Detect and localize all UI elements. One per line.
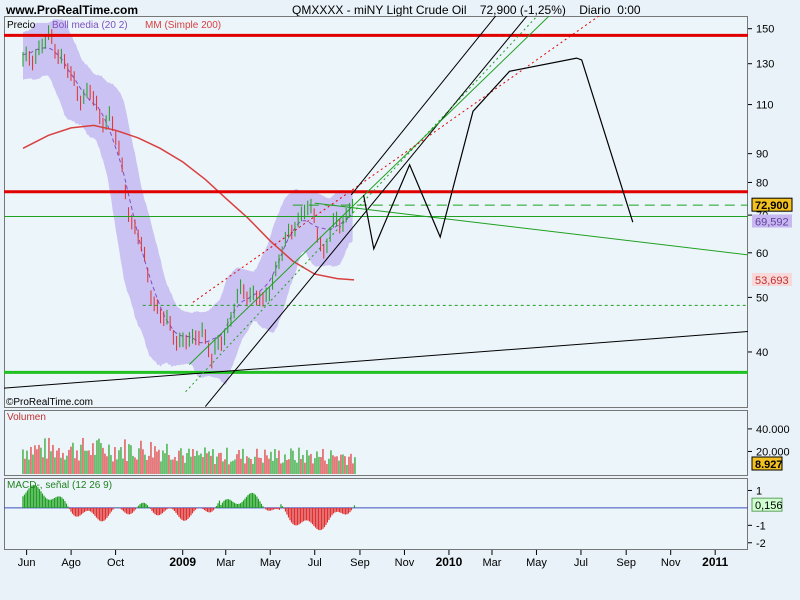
x-tick-label: Nov [661,557,681,569]
bollinger-band [23,19,353,385]
macd-layer [4,484,748,531]
watermark: ©ProRealTime.com [6,397,93,408]
x-tick-label: Ago [61,557,81,569]
price-tick-label: 50 [756,292,768,304]
price-layer [4,16,748,407]
price-tick-label: 40 [756,347,768,359]
green-dotted-trendline [185,16,538,393]
price-tick-label: 60 [756,248,768,260]
legend-bollinger: Boll media (20 2) [52,20,128,31]
x-tick-label: 2011 [702,555,728,569]
x-tick-label: Mar [216,557,235,569]
price-tick-label: 110 [756,100,774,112]
price-marker-label: 69,592 [755,217,789,229]
x-tick-label: May [260,557,281,569]
volume-tick-label: 40.000 [756,424,790,436]
projection-path [363,57,634,251]
x-tick-label: May [526,557,547,569]
long-support-trendline [4,330,748,389]
legend-macd: MACD-, señal (12 26 9) [7,480,112,491]
price-tick-label: 130 [756,59,774,71]
green-declining-line [314,202,748,256]
price-tick-label: 80 [756,177,768,189]
x-tick-label: Oct [107,557,124,569]
price-marker-label: 53,693 [755,275,789,287]
x-tick-label: 2010 [436,555,463,569]
x-tick-label: 2009 [169,555,196,569]
legend-mm200: MM (Simple 200) [145,20,221,31]
macd-tick-label: -2 [756,538,766,550]
x-tick-label: Jul [308,557,322,569]
price-tick-label: 90 [756,149,768,161]
x-tick-label: Jul [574,557,588,569]
x-tick-label: Sep [350,557,370,569]
volume-badge-label: 8.927 [755,459,783,471]
chart-canvas: 40506070809011013015072,90069,59253,693P… [4,16,793,569]
x-tick-label: Jun [18,557,36,569]
x-tick-label: Mar [482,557,501,569]
x-tick-label: Nov [395,557,415,569]
price-marker-label: 72,900 [755,200,789,212]
macd-tick-label: -1 [756,520,766,532]
macd-tick-label: 1 [756,485,762,497]
legend-precio: Precio [7,20,36,31]
x-tick-label: Sep [616,557,636,569]
projection-steep-line [350,16,497,196]
legend-volumen: Volumen [7,412,46,423]
volume-layer [22,437,356,474]
macd-badge-label: 0,156 [755,500,783,512]
price-tick-label: 150 [756,24,774,36]
